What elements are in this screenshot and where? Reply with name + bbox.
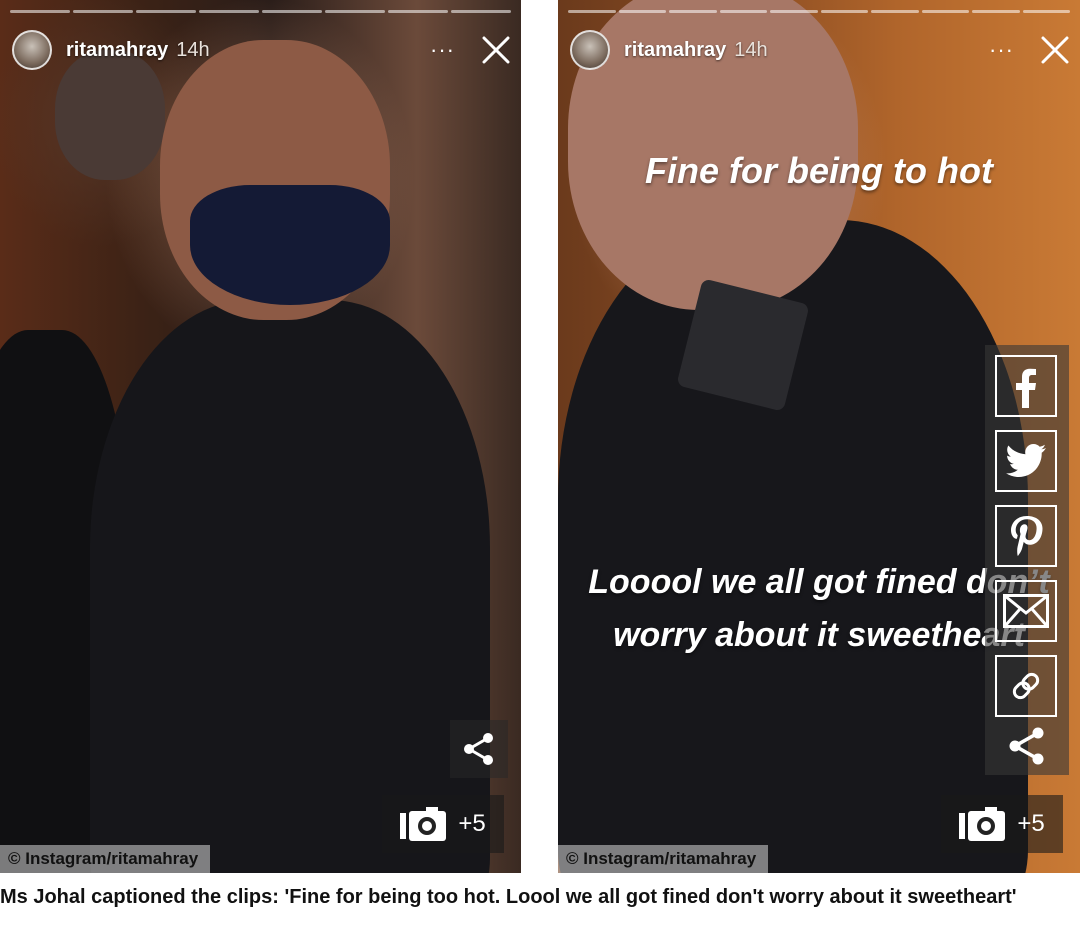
copy-link-button[interactable] (995, 655, 1057, 717)
story-panel-left: ritamahray 14h ··· +5 © Instagram/ritama… (0, 0, 521, 873)
facebook-icon (1016, 368, 1036, 408)
gallery-count: +5 (458, 810, 486, 837)
pinterest-icon (1011, 516, 1043, 556)
more-options-icon[interactable]: ··· (989, 39, 1014, 61)
story-photo-left (0, 0, 521, 873)
gallery-button[interactable]: +5 (382, 795, 504, 853)
story-progress-bar (568, 10, 1070, 13)
share-icon[interactable] (1008, 727, 1046, 765)
story-header: ritamahray 14h ··· (12, 30, 511, 70)
photo-credit: © Instagram/ritamahray (0, 845, 211, 873)
camera-icon (400, 807, 447, 841)
twitter-icon (1006, 444, 1046, 477)
image-caption: Ms Johal captioned the clips: 'Fine for … (0, 886, 1017, 908)
avatar[interactable] (12, 30, 52, 70)
close-icon[interactable] (481, 35, 511, 65)
share-email-button[interactable] (995, 580, 1057, 642)
story-time-ago: 14h (176, 38, 210, 61)
story-username[interactable]: ritamahray (66, 39, 168, 62)
close-icon[interactable] (1040, 35, 1070, 65)
share-icon (464, 733, 493, 765)
story-header: ritamahray 14h ··· (570, 30, 1070, 70)
email-icon (1003, 594, 1049, 628)
story-time-ago: 14h (734, 38, 768, 61)
story-username[interactable]: ritamahray (624, 39, 726, 62)
share-pinterest-button[interactable] (995, 505, 1057, 567)
share-facebook-button[interactable] (995, 355, 1057, 417)
gallery-count: +5 (1017, 810, 1045, 837)
story-progress-bar (10, 10, 511, 13)
more-options-icon[interactable]: ··· (430, 39, 455, 61)
camera-icon (959, 807, 1006, 841)
share-button[interactable] (450, 720, 508, 778)
share-twitter-button[interactable] (995, 430, 1057, 492)
link-icon (1012, 672, 1040, 700)
photo-credit: © Instagram/ritamahray (558, 845, 769, 873)
story-text-top: Fine for being to hot (645, 150, 993, 191)
share-rail (985, 345, 1069, 775)
gallery-button[interactable]: +5 (941, 795, 1063, 853)
avatar[interactable] (570, 30, 610, 70)
